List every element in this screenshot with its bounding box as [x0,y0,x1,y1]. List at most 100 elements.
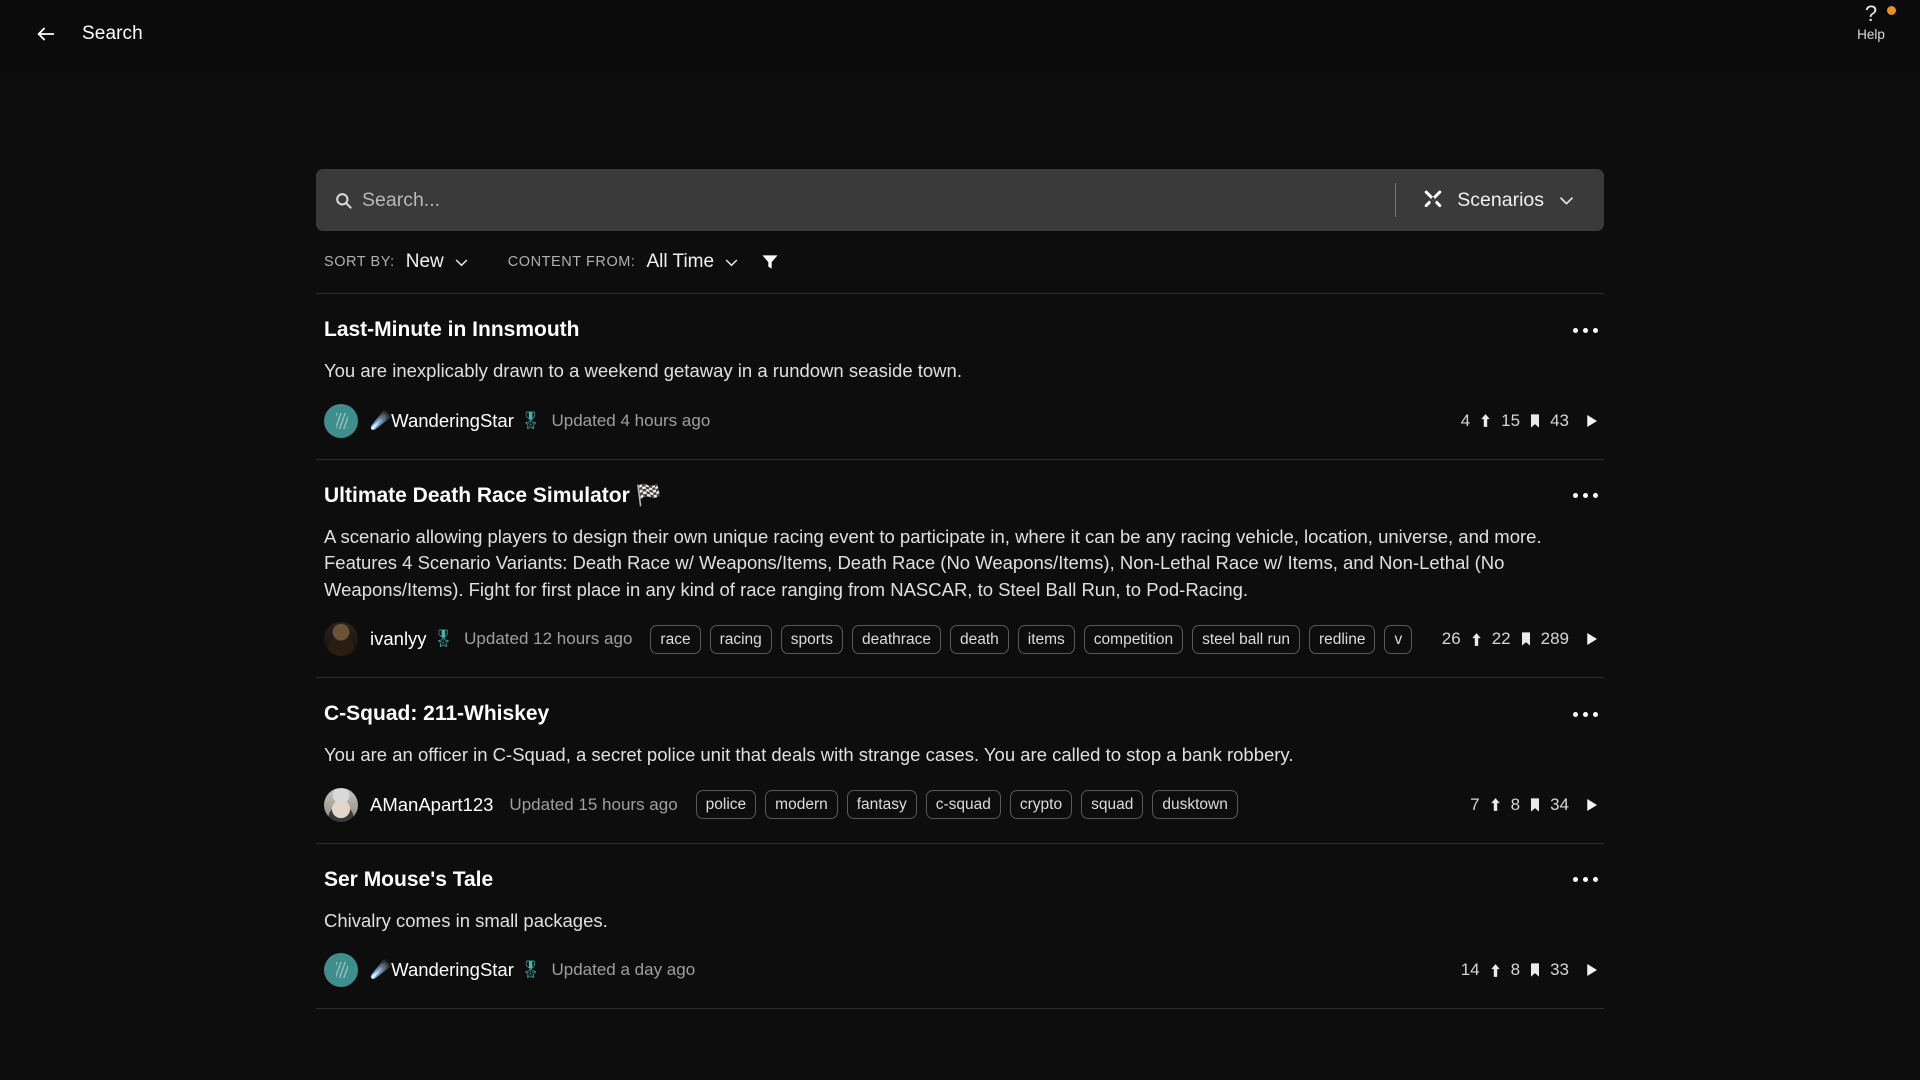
search-bar[interactable]: Scenarios [316,169,1604,231]
more-options-button[interactable] [1568,316,1602,344]
play-icon[interactable] [1582,961,1600,979]
tag-chip[interactable]: race [650,625,700,654]
filter-row: SORT BY: New CONTENT FROM: All Time [316,231,1604,293]
author-name[interactable]: ivanlyy [370,628,427,650]
avatar[interactable] [324,622,358,656]
tag-chip[interactable]: crypto [1010,790,1072,819]
tag-chip[interactable]: modern [765,790,838,819]
funnel-filter-icon[interactable] [760,252,780,272]
result-title[interactable]: Last-Minute in Innsmouth [320,316,1600,344]
top-bar: Search ? Help [0,0,1920,68]
comment-count: 7 [1470,795,1479,815]
chevron-down-icon [1557,191,1576,210]
author-name[interactable]: WanderingStar [391,410,514,432]
play-icon[interactable] [1582,796,1600,814]
upvote-count: 22 [1492,629,1511,649]
upvote-icon[interactable] [1477,412,1494,429]
result-description: You are an officer in C-Squad, a secret … [320,742,1600,769]
tag-chip[interactable]: redline [1309,625,1376,654]
sort-by-value: New [406,251,444,273]
content-from-group: CONTENT FROM: All Time [508,251,740,273]
content-from-label: CONTENT FROM: [508,254,636,270]
upvote-count: 15 [1501,411,1520,431]
content-from-value: All Time [647,251,715,273]
arrow-left-icon [35,23,57,45]
tag-chip[interactable]: death [950,625,1009,654]
author-badge-icon: 🎖 [520,411,542,431]
bookmark-icon[interactable] [1527,412,1543,430]
search-divider [1395,183,1396,217]
result-stats: 7 8 34 [1454,795,1600,815]
result-description: A scenario allowing players to design th… [320,524,1600,604]
search-result-item[interactable]: C-Squad: 211-Whiskey You are an officer … [316,678,1604,844]
comment-count: 4 [1461,411,1470,431]
content-column: Scenarios SORT BY: New CONTENT FROM: [316,169,1604,1009]
tag-chip[interactable]: steel ball run [1192,625,1300,654]
question-mark-icon: ? [1865,4,1877,24]
updated-timestamp: Updated 15 hours ago [509,795,677,815]
search-result-item[interactable]: Ultimate Death Race Simulator 🏁 A scenar… [316,460,1604,679]
author-emoji: ☄️ [370,411,391,431]
result-description: Chivalry comes in small packages. [320,908,1600,935]
content-type-label: Scenarios [1457,189,1544,212]
result-title[interactable]: Ser Mouse's Tale [320,866,1600,894]
search-input[interactable] [362,169,1389,231]
sort-by-group: SORT BY: New [324,251,470,273]
chevron-down-icon [723,254,740,271]
tag-chip[interactable]: fantasy [847,790,917,819]
tag-chip[interactable]: c-squad [926,790,1001,819]
tag-chip[interactable]: sports [781,625,843,654]
upvote-icon[interactable] [1468,631,1485,648]
bookmark-icon[interactable] [1518,630,1534,648]
upvote-icon[interactable] [1487,796,1504,813]
tag-chip[interactable]: squad [1081,790,1143,819]
upvote-count: 8 [1511,795,1520,815]
result-meta-row: AManApart123 Updated 15 hours ago police… [320,787,1600,823]
tag-list: police modern fantasy c-squad crypto squad dus… [696,790,1454,820]
result-meta-row: ☄️ WanderingStar 🎖 Updated 4 hours ago 4… [320,403,1600,439]
avatar[interactable] [324,788,358,822]
result-title[interactable]: Ultimate Death Race Simulator 🏁 [320,482,1600,510]
tag-chip[interactable]: police [696,790,757,819]
search-result-item[interactable]: Ser Mouse's Tale Chivalry comes in small… [316,844,1604,1010]
search-icon [334,191,353,210]
more-options-button[interactable] [1568,482,1602,510]
result-stats: 4 15 43 [1445,411,1600,431]
avatar[interactable] [324,953,358,987]
content-from-dropdown[interactable]: All Time [647,251,741,273]
author-name[interactable]: WanderingStar [391,959,514,981]
play-icon[interactable] [1582,630,1600,648]
bookmark-icon[interactable] [1527,796,1543,814]
sort-by-dropdown[interactable]: New [406,251,470,273]
result-stats: 14 8 33 [1445,960,1600,980]
author-emoji: ☄️ [370,960,391,980]
updated-timestamp: Updated 12 hours ago [464,629,632,649]
more-options-button[interactable] [1568,866,1602,894]
back-button[interactable] [24,12,68,56]
result-title[interactable]: C-Squad: 211-Whiskey [320,700,1600,728]
page-body: Scenarios SORT BY: New CONTENT FROM: [0,68,1920,1009]
help-notification-dot [1887,6,1896,15]
sort-by-label: SORT BY: [324,254,395,270]
page-title: Search [82,23,143,45]
tag-chip[interactable]: competition [1084,625,1183,654]
upvote-icon[interactable] [1487,962,1504,979]
save-count: 33 [1550,960,1569,980]
search-result-item[interactable]: Last-Minute in Innsmouth You are inexpli… [316,294,1604,460]
tag-chip[interactable]: items [1018,625,1075,654]
bookmark-icon[interactable] [1527,961,1543,979]
content-type-dropdown[interactable]: Scenarios [1422,189,1604,212]
help-button[interactable]: ? Help [1840,4,1902,44]
tag-list: race racing sports deathrace death items compe… [650,624,1425,654]
chevron-down-icon [453,254,470,271]
tag-chip[interactable]: dusktown [1152,790,1237,819]
tag-chip[interactable]: v [1384,625,1412,654]
tag-chip[interactable]: deathrace [852,625,941,654]
author-name[interactable]: AManApart123 [370,794,493,816]
help-label: Help [1857,26,1885,44]
author-badge-icon: 🎖 [520,960,542,980]
tag-chip[interactable]: racing [710,625,772,654]
more-options-button[interactable] [1568,700,1602,728]
avatar[interactable] [324,404,358,438]
play-icon[interactable] [1582,412,1600,430]
